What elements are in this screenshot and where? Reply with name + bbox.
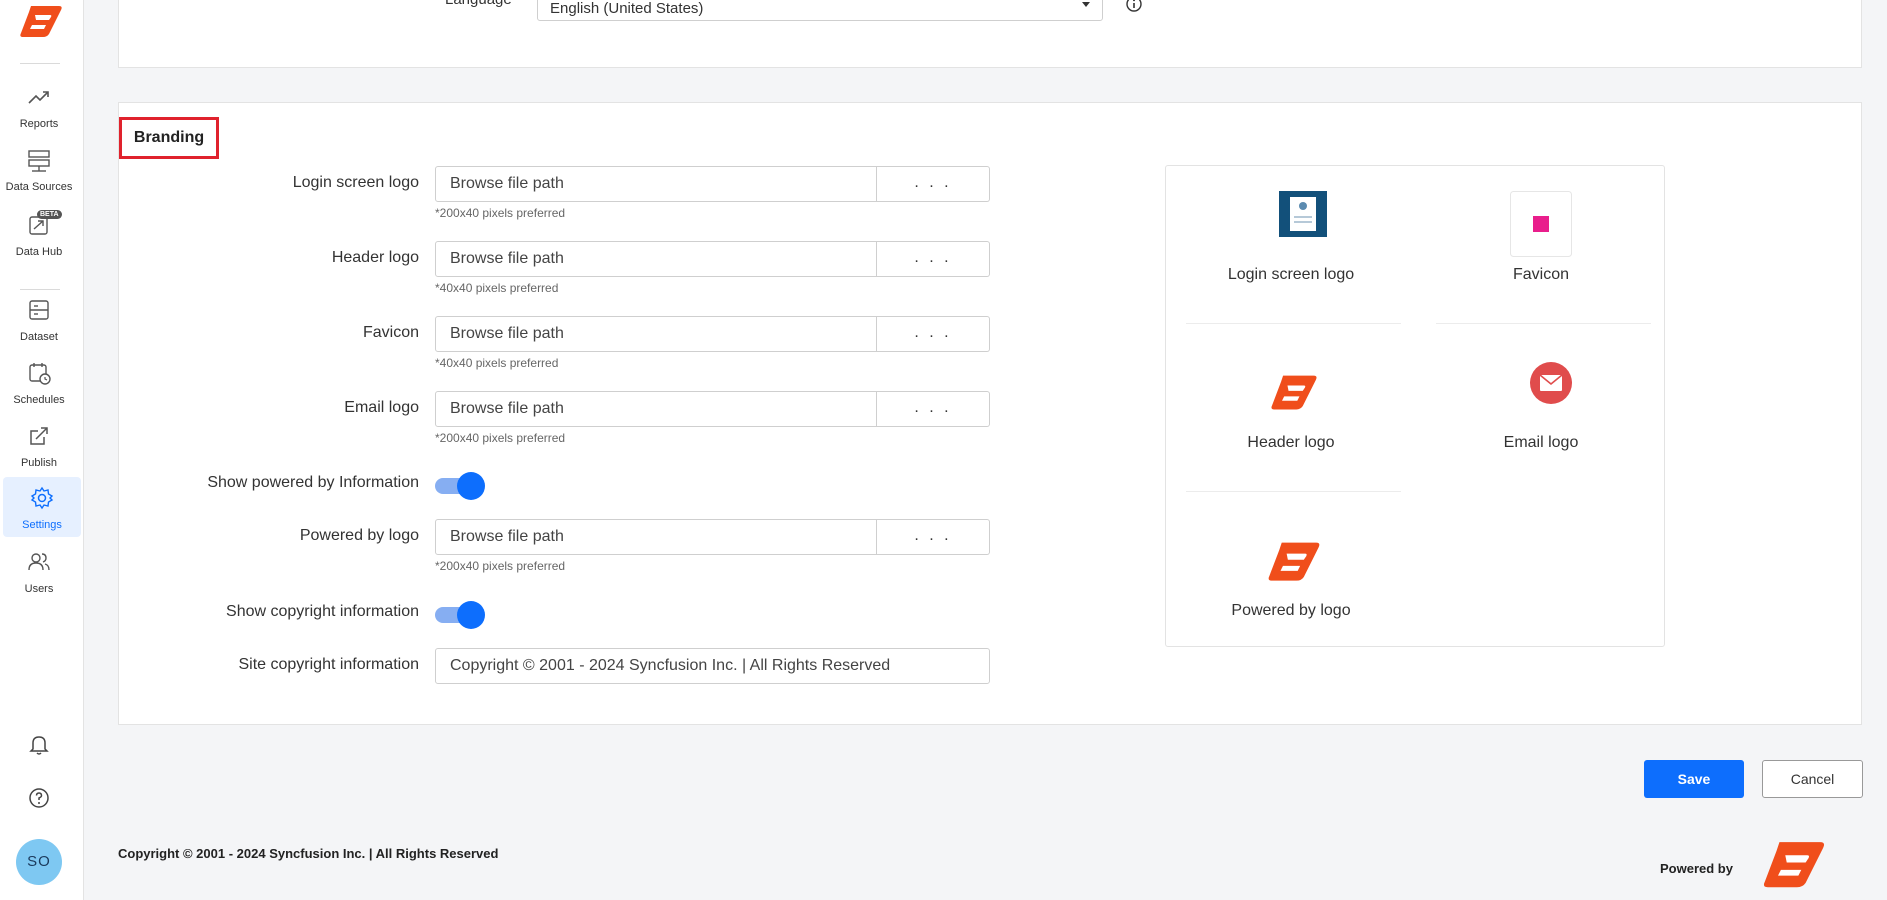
- branding-preview-panel: Login screen logo Favicon Header logo Em…: [1165, 165, 1665, 647]
- calendar-clock-icon: [29, 363, 51, 385]
- sidebar-item-dataset[interactable]: Dataset: [0, 291, 78, 351]
- login-logo-path-input[interactable]: Browse file path: [435, 166, 877, 202]
- sidebar-item-label: Settings: [22, 519, 62, 531]
- sidebar-item-label: Data Sources: [5, 181, 73, 193]
- cancel-button[interactable]: Cancel: [1762, 760, 1863, 798]
- email-logo-hint: *200x40 pixels preferred: [435, 431, 566, 445]
- sidebar-item-settings[interactable]: Settings: [3, 477, 81, 537]
- favicon-preview-image: [1510, 191, 1572, 257]
- header-logo-hint: *40x40 pixels preferred: [435, 281, 559, 295]
- header-logo-preview-image: [1271, 375, 1317, 410]
- show-powered-by-toggle[interactable]: [435, 471, 485, 500]
- login-logo-preview-image: [1279, 191, 1327, 237]
- site-copyright-input[interactable]: Copyright © 2001 - 2024 Syncfusion Inc. …: [435, 648, 990, 684]
- sidebar-item-publish[interactable]: Publish: [0, 417, 78, 477]
- preview-divider: [1186, 323, 1401, 324]
- beta-badge: BETA: [37, 210, 62, 219]
- show-copyright-toggle[interactable]: [435, 600, 485, 629]
- toggle-knob: [457, 601, 485, 629]
- powered-by-logo-icon: [1763, 842, 1825, 888]
- show-powered-by-label: Show powered by Information: [207, 474, 419, 491]
- favicon-label: Favicon: [362, 324, 419, 341]
- sidebar-item-label: Dataset: [20, 331, 58, 343]
- sidebar-item-label: Data Hub: [15, 246, 63, 258]
- sidebar-divider: [20, 63, 60, 64]
- powered-by-logo-preview-label: Powered by logo: [1231, 602, 1351, 619]
- favicon-path-input[interactable]: Browse file path: [435, 316, 877, 352]
- sidebar-item-label: Publish: [20, 457, 58, 469]
- info-icon[interactable]: [1125, 0, 1143, 13]
- favicon-browse-button[interactable]: . . .: [877, 316, 990, 352]
- branding-card: Branding Login screen logo Browse file p…: [118, 102, 1862, 725]
- help-icon[interactable]: [27, 786, 51, 810]
- avatar[interactable]: SO: [16, 839, 62, 885]
- toggle-knob: [457, 472, 485, 500]
- powered-by-logo-path-input[interactable]: Browse file path: [435, 519, 877, 555]
- sidebar-item-label: Schedules: [13, 394, 65, 406]
- preview-divider: [1436, 323, 1651, 324]
- powered-by-logo-preview-image: [1268, 542, 1320, 581]
- favicon-hint: *40x40 pixels preferred: [435, 356, 559, 370]
- sidebar-item-reports[interactable]: Reports: [0, 78, 78, 138]
- server-icon: [28, 150, 50, 172]
- email-logo-preview-label: Email logo: [1503, 434, 1579, 451]
- show-copyright-label: Show copyright information: [226, 603, 419, 620]
- gear-icon: [30, 486, 54, 510]
- language-dropdown[interactable]: English (United States): [537, 0, 1103, 21]
- email-logo-label: Email logo: [344, 399, 419, 416]
- header-logo-path-input[interactable]: Browse file path: [435, 241, 877, 277]
- sidebar-item-label: Reports: [19, 118, 59, 130]
- site-copyright-label: Site copyright information: [238, 656, 419, 673]
- dataset-icon: [29, 300, 49, 320]
- branding-section-title: Branding: [119, 117, 219, 159]
- login-logo-browse-button[interactable]: . . .: [877, 166, 990, 202]
- general-settings-card: Language English (United States): [118, 0, 1862, 68]
- sidebar-divider: [20, 289, 60, 290]
- save-button[interactable]: Save: [1644, 760, 1744, 798]
- sidebar-item-label: Users: [24, 583, 54, 595]
- footer-copyright: Copyright © 2001 - 2024 Syncfusion Inc. …: [118, 846, 499, 861]
- header-logo-preview-label: Header logo: [1247, 434, 1335, 451]
- powered-by-logo-label: Powered by logo: [299, 527, 419, 544]
- login-logo-hint: *200x40 pixels preferred: [435, 206, 566, 220]
- sidebar-item-schedules[interactable]: Schedules: [0, 354, 78, 414]
- login-logo-label: Login screen logo: [292, 174, 419, 191]
- sidebar-item-data-hub[interactable]: BETA Data Hub: [0, 206, 78, 266]
- powered-by-label: Powered by: [1660, 861, 1733, 876]
- sidebar: Reports Data Sources BETA Data Hub Datas…: [0, 0, 84, 900]
- users-icon: [28, 553, 50, 571]
- preview-divider: [1186, 491, 1401, 492]
- language-value: English (United States): [550, 0, 704, 17]
- email-logo-preview-image: [1530, 362, 1572, 404]
- email-logo-browse-button[interactable]: . . .: [877, 391, 990, 427]
- chevron-down-icon: [1082, 2, 1090, 7]
- publish-icon: [30, 427, 48, 445]
- app-logo-icon[interactable]: [19, 4, 63, 38]
- header-logo-browse-button[interactable]: . . .: [877, 241, 990, 277]
- powered-by-logo-browse-button[interactable]: . . .: [877, 519, 990, 555]
- bell-icon[interactable]: [27, 732, 51, 756]
- favicon-preview-label: Favicon: [1512, 266, 1570, 283]
- login-logo-preview-label: Login screen logo: [1227, 266, 1355, 283]
- email-logo-path-input[interactable]: Browse file path: [435, 391, 877, 427]
- language-label: Language: [445, 0, 512, 8]
- trend-up-icon: [28, 91, 49, 104]
- powered-by-logo-hint: *200x40 pixels preferred: [435, 559, 566, 573]
- header-logo-label: Header logo: [331, 249, 419, 266]
- sidebar-item-users[interactable]: Users: [0, 543, 78, 603]
- sidebar-item-data-sources[interactable]: Data Sources: [0, 141, 78, 201]
